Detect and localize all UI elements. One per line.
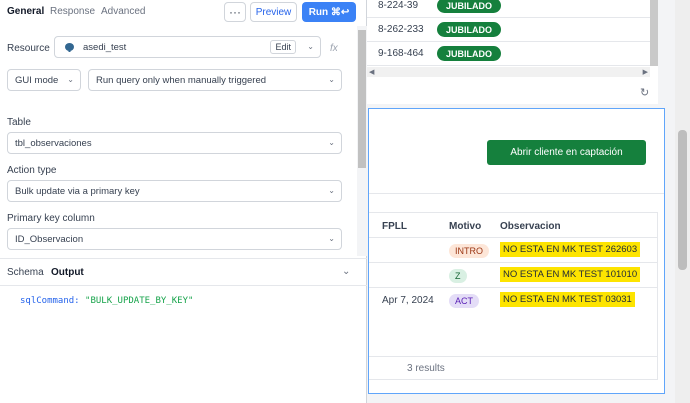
- chevron-down-icon: ⌄: [328, 75, 335, 84]
- chevron-down-icon: ⌄: [328, 234, 335, 243]
- table-row[interactable]: 8-262-233 JUBILADO: [367, 18, 650, 42]
- open-client-button[interactable]: Abrir cliente en captación: [487, 140, 646, 165]
- tab-output[interactable]: Output: [51, 267, 84, 278]
- observacion-cell: NO ESTA EN MK TEST 101010: [500, 267, 641, 282]
- chevron-down-icon: ⌄: [328, 186, 335, 195]
- editor-scrollbar[interactable]: [357, 26, 367, 256]
- tab-schema[interactable]: Schema: [7, 267, 44, 278]
- resource-label: Resource: [7, 43, 50, 54]
- observacion-cell: NO ESTA EN MK TEST 03031: [500, 292, 635, 307]
- status-badge: JUBILADO: [437, 22, 502, 37]
- primary-key-value: ID_Observacion: [15, 233, 84, 245]
- motivo-badge: INTRO: [449, 244, 489, 258]
- run-button[interactable]: Run ⌘↩: [302, 2, 356, 22]
- column-header-fpll[interactable]: FPLL: [382, 221, 407, 232]
- action-type-label: Action type: [7, 165, 57, 176]
- scroll-right-icon[interactable]: ▶: [643, 68, 648, 76]
- output-tabs: Schema Output ⌄: [0, 262, 367, 286]
- table-label: Table: [7, 117, 31, 128]
- sql-value: "BULK_UPDATE_BY_KEY": [85, 296, 194, 306]
- vertical-scrollbar[interactable]: [650, 0, 658, 66]
- tab-response[interactable]: Response: [50, 6, 95, 17]
- mode-value: GUI mode: [15, 74, 59, 86]
- results-count: 3 results: [407, 363, 445, 374]
- table-value: tbl_observaciones: [15, 137, 92, 149]
- edit-resource-button[interactable]: Edit: [270, 40, 296, 54]
- column-header-observacion[interactable]: Observacion: [500, 221, 561, 232]
- page-scrollbar[interactable]: [675, 0, 690, 403]
- table-row[interactable]: 8-224-39 JUBILADO: [367, 0, 650, 18]
- top-table: 8-224-39 JUBILADO 8-262-233 JUBILADO 9-1…: [367, 0, 658, 104]
- chevron-down-icon: ⌄: [328, 138, 335, 147]
- table-select[interactable]: tbl_observaciones ⌄: [7, 132, 342, 154]
- action-type-select[interactable]: Bulk update via a primary key ⌄: [7, 180, 342, 202]
- row-id: 9-168-464: [378, 48, 424, 59]
- chevron-down-icon: ⌄: [307, 42, 314, 51]
- motivo-badge: ACT: [449, 294, 479, 308]
- more-options-button[interactable]: ···: [224, 2, 246, 22]
- query-editor-panel: General Response Advanced ··· Preview Ru…: [0, 0, 367, 403]
- motivo-badge: Z: [449, 269, 467, 283]
- trigger-value: Run query only when manually triggered: [96, 74, 267, 86]
- scrollbar-thumb[interactable]: [358, 30, 366, 168]
- table-footer-divider: [369, 356, 658, 357]
- fx-icon[interactable]: fx: [330, 43, 338, 54]
- collapse-icon[interactable]: ⌄: [342, 266, 350, 277]
- column-header-motivo[interactable]: Motivo: [449, 221, 481, 232]
- mode-select[interactable]: GUI mode ⌄: [7, 69, 81, 91]
- horizontal-scrollbar[interactable]: ◀ ▶: [367, 67, 650, 77]
- table-row[interactable]: Apr 7, 2024 ACT NO ESTA EN MK TEST 03031: [369, 287, 658, 312]
- trigger-select[interactable]: Run query only when manually triggered ⌄: [88, 69, 342, 91]
- sql-output: sqlCommand: "BULK_UPDATE_BY_KEY": [20, 296, 193, 306]
- action-type-value: Bulk update via a primary key: [15, 185, 140, 197]
- divider: [369, 193, 664, 194]
- table-row[interactable]: 9-168-464 JUBILADO: [367, 42, 650, 66]
- primary-key-select[interactable]: ID_Observacion ⌄: [7, 228, 342, 250]
- observacion-cell: NO ESTA EN MK TEST 262603: [500, 242, 641, 257]
- table-row[interactable]: INTRO NO ESTA EN MK TEST 262603: [369, 237, 658, 262]
- refresh-icon[interactable]: ↻: [640, 86, 649, 99]
- fpll-cell: Apr 7, 2024: [382, 295, 434, 306]
- resource-select[interactable]: asedi_test Edit ⌄: [54, 36, 321, 58]
- scrollbar-thumb[interactable]: [678, 130, 687, 270]
- sql-key: sqlCommand:: [20, 296, 80, 306]
- resource-value: asedi_test: [83, 41, 127, 53]
- tab-advanced[interactable]: Advanced: [101, 6, 145, 17]
- chevron-down-icon: ⌄: [67, 75, 74, 84]
- row-id: 8-262-233: [378, 24, 424, 35]
- row-id: 8-224-39: [378, 0, 419, 11]
- status-badge: JUBILADO: [437, 0, 502, 13]
- preview-button[interactable]: Preview: [250, 2, 297, 22]
- table-row[interactable]: Z NO ESTA EN MK TEST 101010: [369, 262, 658, 287]
- primary-key-label: Primary key column: [7, 213, 95, 224]
- observations-table: FPLL Motivo Observacion INTRO NO ESTA EN…: [369, 212, 658, 380]
- postgres-icon: [65, 43, 74, 52]
- scroll-left-icon[interactable]: ◀: [369, 68, 374, 76]
- divider: [0, 258, 367, 259]
- status-badge: JUBILADO: [437, 46, 502, 61]
- tab-general[interactable]: General: [7, 6, 44, 17]
